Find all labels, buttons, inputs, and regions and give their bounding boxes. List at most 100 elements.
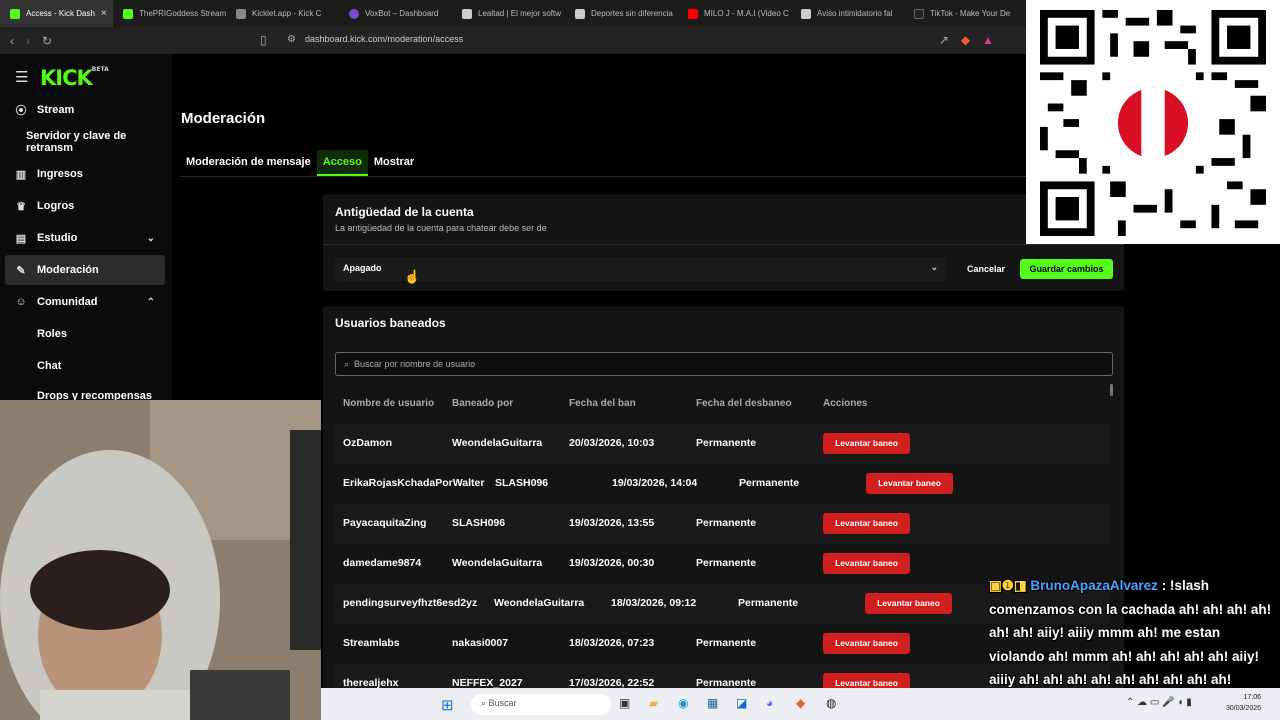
chat-username: BrunoApazaAlvarez: [1030, 578, 1158, 593]
scrollbar[interactable]: [1110, 384, 1113, 396]
sidebar-item-label: Ingresos: [37, 168, 83, 180]
tab-access[interactable]: Acceso: [316, 150, 368, 176]
unban-button[interactable]: Levantar baneo: [823, 633, 910, 654]
cell-ban-date: 19/03/2026, 13:55: [569, 517, 655, 529]
discord-icon[interactable]: ◕: [766, 696, 773, 710]
chevron-down-icon: ⌄: [930, 262, 938, 272]
browser-tab[interactable]: Kicklet.app - Kick C: [226, 0, 339, 27]
brave-icon[interactable]: ◆: [796, 696, 805, 710]
kick-logo[interactable]: KICKBETA: [40, 66, 109, 90]
sidebar-item-roles[interactable]: Roles: [5, 319, 165, 349]
cell-username: pendingsurveyfhzt6esd2yz: [343, 597, 478, 609]
edge-icon[interactable]: ◉: [678, 696, 688, 710]
chevron-up-icon: ⌃: [146, 296, 155, 308]
sidebar-item-chat[interactable]: Chat: [5, 351, 165, 381]
browser-tab[interactable]: Aviso intimidatorio fal: [791, 0, 904, 27]
share-icon[interactable]: ↗: [939, 33, 949, 47]
kicklet-favicon-icon: [236, 8, 246, 19]
taskbar-search[interactable]: ⌕ Buscar: [471, 694, 611, 715]
badge-icons: ▣❶◨: [989, 578, 1031, 593]
tray-icons[interactable]: ⌃ ☁ ▭ 🎤 ◖ ▮: [1126, 697, 1192, 708]
column-header: Acciones: [823, 398, 868, 409]
unban-button[interactable]: Levantar baneo: [866, 473, 953, 494]
sidebar-item-server-key[interactable]: Servidor y clave de retransm: [5, 127, 165, 157]
unban-button[interactable]: Levantar baneo: [823, 513, 910, 534]
cell-unban-date: Permanente: [696, 637, 757, 649]
table-row: OzDamon WeondelaGuitarra 20/03/2026, 10:…: [335, 424, 1111, 464]
sidebar-item-moderation[interactable]: ✎ Moderación: [5, 255, 165, 285]
account-age-select[interactable]: Apagado ⌄: [335, 257, 946, 281]
tab-label: Deportes sin diferencia: [591, 9, 673, 18]
moderation-tabs: Moderación de mensaje Acceso Mostrar: [180, 150, 420, 176]
taskbar-clock[interactable]: 17:06 30/03/2026: [1226, 692, 1261, 714]
chat-message-text: : !slash comenzamos con la cachada ah! a…: [989, 578, 1272, 687]
cell-username: OzDamon: [343, 437, 393, 449]
cell-unban-date: Permanente: [738, 597, 799, 609]
clock-time: 17:06: [1243, 694, 1262, 701]
column-header[interactable]: Fecha del desbaneo: [696, 398, 792, 409]
kick-favicon-icon: [10, 8, 20, 19]
brave-shield-icon[interactable]: ◆: [961, 33, 970, 47]
studio-icon: ▤: [15, 232, 27, 245]
browser-tab[interactable]: Lealtad | El mejor softw: [452, 0, 565, 27]
cell-ban-date: 18/03/2026, 07:23: [569, 637, 655, 649]
sidebar-item-community[interactable]: ☺ Comunidad ⌃: [5, 287, 165, 317]
cell-ban-date: 18/03/2026, 09:12: [611, 597, 697, 609]
unban-button[interactable]: Levantar baneo: [823, 433, 910, 454]
rewards-icon[interactable]: ▲: [982, 33, 994, 47]
browser-tab[interactable]: Access - Kick Dash ×: [0, 0, 113, 27]
column-header[interactable]: Fecha del ban: [569, 398, 636, 409]
sidebar-item-label: Moderación: [37, 264, 99, 276]
sidebar-item-label: Stream: [37, 104, 75, 116]
obs-icon[interactable]: ◍: [826, 696, 836, 710]
selected-value: Apagado: [343, 263, 382, 273]
sidebar-item-studio[interactable]: ▤ Estudio ⌄: [5, 223, 165, 253]
windows-start-icon[interactable]: ⊞: [441, 696, 454, 714]
tab-label: Kicklet.app - Kick C: [252, 9, 322, 18]
browser-tabstrip: Access - Kick Dash × ThePRIGoddess Stream…: [0, 0, 1026, 27]
reload-icon[interactable]: ↻: [42, 34, 52, 48]
file-explorer-icon[interactable]: ▰: [649, 696, 658, 710]
cancel-button[interactable]: Cancelar: [957, 259, 1015, 279]
cell-ban-date: 19/03/2026, 00:30: [569, 557, 655, 569]
unban-button[interactable]: Levantar baneo: [865, 593, 952, 614]
tiktok-favicon-icon: [914, 8, 924, 19]
column-header[interactable]: Baneado por: [452, 398, 513, 409]
forward-icon[interactable]: ›: [26, 34, 30, 48]
people-icon: ☺: [15, 296, 27, 308]
save-button[interactable]: Guardar cambios: [1020, 259, 1113, 279]
browser-tab[interactable]: MILO J - M.A.I (Video C: [678, 0, 791, 27]
cell-username: PayacaquitaZing: [343, 517, 427, 529]
sidebar-item-label: Servidor y clave de retransm: [26, 130, 127, 154]
browser-tab[interactable]: VoxBot – Dashboard: [339, 0, 452, 27]
bookmark-icon[interactable]: ▯: [260, 33, 267, 47]
globe-icon: [462, 8, 472, 19]
search-placeholder: Buscar por nombre de usuario: [354, 359, 476, 369]
cell-banned-by: WeondelaGuitarra: [452, 557, 543, 569]
tab-display[interactable]: Mostrar: [368, 150, 420, 176]
sidebar-item-achievements[interactable]: ♛ Logros: [5, 191, 165, 221]
search-input[interactable]: ⌕ Buscar por nombre de usuario: [335, 352, 1113, 376]
unban-button[interactable]: Levantar baneo: [823, 553, 910, 574]
browser-tab[interactable]: Deportes sin diferencia: [565, 0, 678, 27]
back-icon[interactable]: ‹: [10, 34, 14, 48]
column-header[interactable]: Nombre de usuario: [343, 398, 434, 409]
webcam-overlay: [0, 400, 321, 720]
close-tab-icon[interactable]: ×: [101, 8, 107, 19]
url-field[interactable]: dashboard.kick.com/moderation/access: [305, 34, 463, 44]
tab-message-moderation[interactable]: Moderación de mensaje: [180, 150, 317, 176]
chart-icon: ▥: [15, 168, 27, 181]
outlook-icon[interactable]: ◪: [736, 696, 747, 710]
browser-tab[interactable]: TikTok - Make Your De: [904, 0, 1017, 27]
site-info-icon[interactable]: ⚙: [287, 34, 296, 45]
cell-banned-by: WeondelaGuitarra: [494, 597, 585, 609]
sidebar-item-revenue[interactable]: ▥ Ingresos: [5, 159, 165, 189]
menu-icon[interactable]: ☰: [15, 68, 28, 86]
overlay-chat-message: ▣❶◨ BrunoApazaAlvarez : !slash comenzamo…: [985, 574, 1280, 690]
sidebar-item-label: Roles: [37, 328, 67, 340]
sidebar-item-stream[interactable]: ⦿ Stream: [5, 95, 165, 125]
sidebar-item-label: Chat: [37, 360, 62, 372]
task-view-icon[interactable]: ▣: [619, 696, 630, 710]
store-icon[interactable]: ▦: [707, 696, 718, 710]
browser-tab[interactable]: ThePRIGoddess Stream: [113, 0, 226, 27]
